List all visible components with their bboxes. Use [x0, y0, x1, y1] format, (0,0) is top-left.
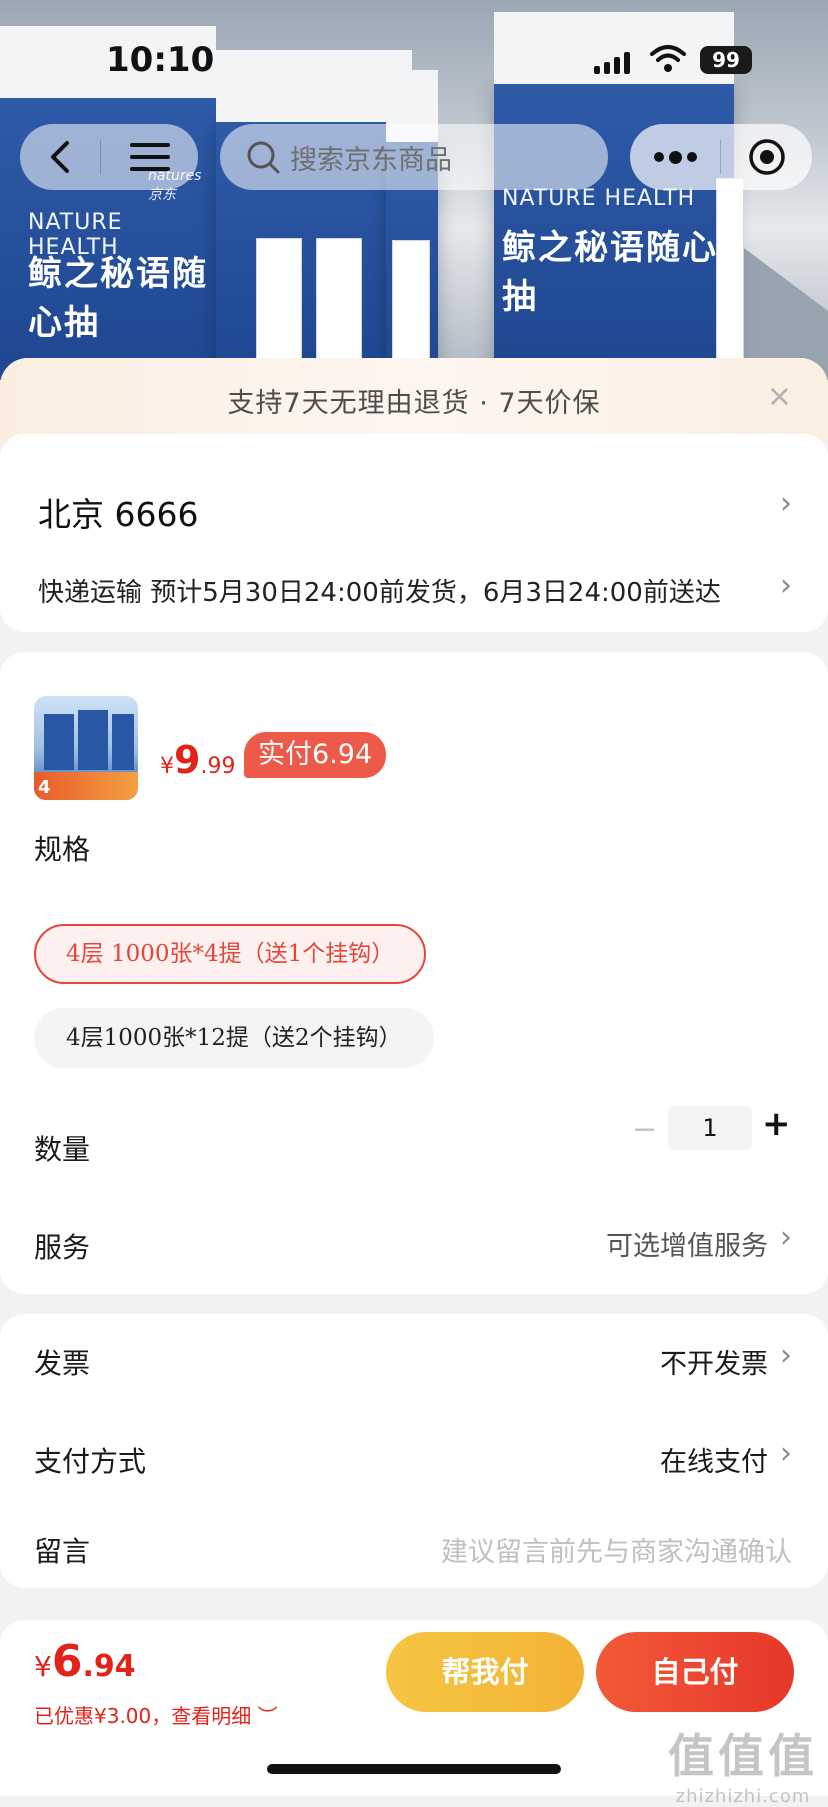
product-price: ¥9.99	[160, 738, 235, 782]
chevron-right-icon: ›	[780, 486, 792, 521]
total-price: ¥6.94	[34, 1636, 136, 1687]
quantity-input[interactable]: 1	[668, 1106, 752, 1150]
invoice-label: 发票	[34, 1347, 91, 1380]
quantity-plus-button[interactable]: +	[762, 1104, 791, 1144]
chevron-right-icon: ›	[780, 568, 792, 603]
product-name-hero: 鲸之秘语随心抽	[28, 254, 208, 343]
message-label: 留言	[34, 1535, 91, 1568]
status-time: 10:10	[106, 40, 215, 80]
search-icon	[247, 141, 280, 174]
home-indicator	[267, 1764, 561, 1774]
menu-button[interactable]	[101, 124, 198, 190]
battery-indicator: 99	[700, 46, 752, 74]
quantity-minus-button[interactable]: −	[632, 1112, 657, 1147]
watermark-sub: zhizhizhi.com	[675, 1786, 811, 1807]
shipping-estimate: 快递运输 预计5月30日24:00前发货，6月3日24:00前送达	[38, 578, 721, 608]
product-name-hero: 鲸之秘语随心抽	[502, 228, 718, 317]
price-integer: 9	[174, 738, 201, 782]
back-button[interactable]	[20, 124, 100, 190]
service-label: 服务	[34, 1231, 91, 1264]
discount-detail-link[interactable]: 已优惠¥3.00，查看明细 ︶	[34, 1700, 278, 1729]
checkout-bar: ¥6.94 已优惠¥3.00，查看明细 ︶ 帮我付 自己付 值值值 zhizhi…	[0, 1620, 828, 1807]
thumb-badge: 4	[38, 777, 51, 798]
search-bar[interactable]: 搜索京东商品	[220, 124, 608, 190]
total-currency: ¥	[34, 1650, 52, 1683]
quantity-label: 数量	[34, 1133, 91, 1166]
address-line: 北京 6666	[38, 495, 199, 534]
return-policy-banner: 支持7天无理由退货 · 7天价保 ×	[0, 358, 828, 442]
spec-option[interactable]: 4层1000张*12提（送2个挂钩）	[34, 1008, 434, 1068]
wifi-icon	[650, 45, 686, 72]
order-sheet: 支持7天无理由退货 · 7天价保 × 北京 6666 › 快递运输 预计5月30…	[0, 358, 828, 1796]
order-options-card: 发票 不开发票 › 支付方式 在线支付 › 留言 建议留言前先与商家沟通确认	[0, 1314, 828, 1588]
product-hero-image: natures 京东 NATURE HEALTH 鲸之秘语随心抽 NATURE …	[0, 0, 828, 380]
message-input[interactable]: 建议留言前先与商家沟通确认	[441, 1530, 792, 1569]
spec-option-selected[interactable]: 4层 1000张*4提（送1个挂钩）	[34, 924, 427, 984]
address-card[interactable]: 北京 6666 › 快递运输 预计5月30日24:00前发货，6月3日24:00…	[0, 434, 828, 632]
nav-pill	[20, 124, 198, 190]
actual-pay-tag: 实付6.94	[244, 732, 387, 778]
more-button[interactable]	[630, 150, 720, 164]
total-decimal: .94	[82, 1649, 136, 1684]
close-icon[interactable]: ×	[767, 382, 792, 412]
product-card: 4 ¥9.99 实付6.94 规格 4层 1000张*4提（送1个挂钩） 4层1…	[0, 652, 828, 1294]
help-pay-button[interactable]: 帮我付	[386, 1632, 584, 1712]
invoice-value[interactable]: 不开发票	[660, 1342, 768, 1381]
watermark-main: 值值值	[668, 1729, 818, 1783]
close-miniprogram-button[interactable]	[721, 138, 812, 176]
service-value[interactable]: 可选增值服务	[606, 1224, 768, 1263]
signal-icon	[594, 50, 630, 74]
price-currency: ¥	[160, 754, 174, 779]
hamburger-icon	[129, 143, 170, 171]
more-dots-icon	[653, 152, 664, 162]
product-thumbnail: 4	[34, 696, 138, 800]
price-decimal: .99	[200, 754, 236, 779]
search-placeholder: 搜索京东商品	[290, 144, 452, 176]
spec-label: 规格	[34, 833, 91, 866]
target-icon	[748, 139, 785, 175]
self-pay-button[interactable]: 自己付	[596, 1632, 794, 1712]
payment-value[interactable]: 在线支付	[660, 1440, 768, 1479]
payment-label: 支付方式	[34, 1445, 147, 1478]
chevron-right-icon: ›	[780, 1220, 792, 1255]
chevron-right-icon: ›	[780, 1338, 792, 1373]
capsule-menu	[630, 124, 812, 190]
watermark: 值值值 zhizhizhi.com	[668, 1720, 818, 1807]
banner-text: 支持7天无理由退货 · 7天价保	[227, 387, 601, 419]
chevron-right-icon: ›	[780, 1436, 792, 1471]
total-integer: 6	[51, 1636, 83, 1687]
chevron-left-icon	[51, 141, 69, 173]
